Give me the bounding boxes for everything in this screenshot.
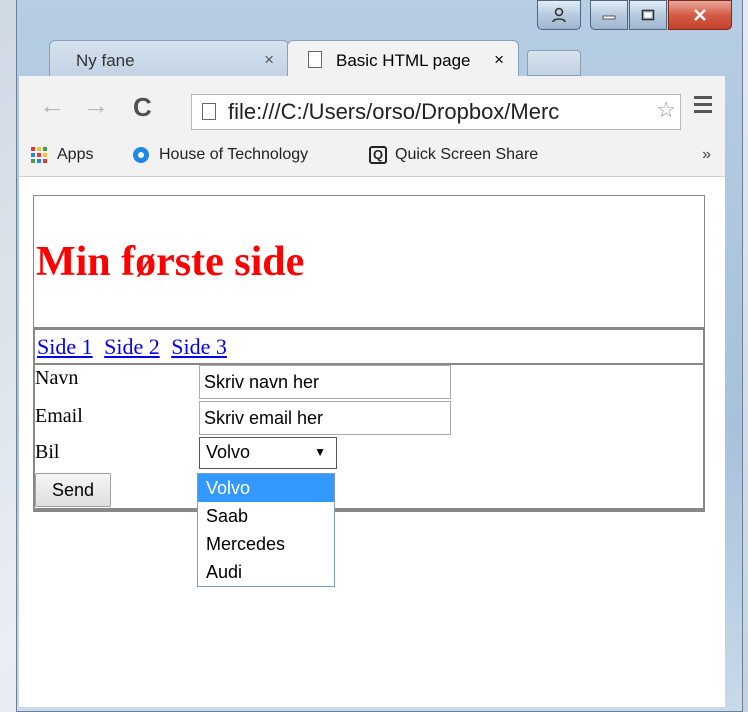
bookmark-label: House of Technology bbox=[159, 146, 309, 163]
address-text: file:///C:/Users/orso/Dropbox/Merc bbox=[228, 99, 560, 124]
reload-icon[interactable]: C bbox=[133, 92, 152, 123]
house-of-technology-icon bbox=[133, 147, 149, 163]
option-mercedes[interactable]: Mercedes bbox=[198, 530, 334, 558]
bookmark-star-icon[interactable]: ☆ bbox=[656, 97, 676, 123]
name-label: Navn bbox=[35, 367, 79, 389]
dropdown-arrow-icon: ▼ bbox=[314, 445, 326, 459]
nav-link-side-3[interactable]: Side 3 bbox=[171, 334, 227, 359]
option-volvo[interactable]: Volvo bbox=[198, 474, 334, 502]
bookmark-house-of-technology[interactable]: House of Technology bbox=[133, 146, 308, 164]
page-nav: Side 1 Side 2 Side 3 bbox=[33, 328, 705, 364]
user-profile-button[interactable] bbox=[537, 0, 581, 30]
user-icon bbox=[552, 7, 566, 23]
address-bar[interactable]: file:///C:/Users/orso/Dropbox/Merc ☆ bbox=[191, 94, 681, 130]
tab-label: Basic HTML page bbox=[336, 51, 471, 70]
menu-icon[interactable] bbox=[694, 96, 712, 117]
maximize-button[interactable] bbox=[629, 0, 667, 30]
bookmark-quick-screen-share[interactable]: Q Quick Screen Share bbox=[369, 146, 538, 164]
tab-close-icon[interactable]: × bbox=[264, 50, 274, 70]
apps-grid-icon bbox=[31, 147, 47, 163]
nav-link-side-1[interactable]: Side 1 bbox=[37, 334, 93, 359]
email-label: Email bbox=[35, 405, 83, 427]
file-icon bbox=[202, 103, 216, 120]
tab-basic-html-page[interactable]: Basic HTML page × bbox=[287, 40, 519, 76]
minimize-icon bbox=[602, 15, 616, 20]
bookmark-label: Quick Screen Share bbox=[395, 146, 539, 163]
forward-icon[interactable]: → bbox=[83, 90, 109, 121]
bookmarks-bar: Apps House of Technology Q Quick Screen … bbox=[19, 136, 725, 177]
minimize-button[interactable] bbox=[590, 0, 628, 30]
page-title: Min første side bbox=[36, 239, 305, 285]
tab-ny-fane[interactable]: Ny fane × bbox=[49, 40, 289, 76]
option-audi[interactable]: Audi bbox=[198, 558, 334, 586]
bookmark-apps[interactable]: Apps bbox=[31, 146, 93, 164]
page-icon bbox=[308, 51, 322, 68]
contact-form: Navn Skriv navn her Email Skriv email he… bbox=[33, 364, 705, 512]
tab-label: Ny fane bbox=[76, 51, 135, 70]
email-input[interactable]: Skriv email her bbox=[199, 401, 451, 435]
send-button[interactable]: Send bbox=[35, 473, 111, 507]
car-select-value: Volvo bbox=[206, 442, 251, 462]
car-label: Bil bbox=[35, 441, 60, 463]
new-tab-button[interactable] bbox=[527, 50, 581, 76]
car-select[interactable]: Volvo ▼ bbox=[199, 437, 337, 469]
tab-close-icon[interactable]: × bbox=[494, 50, 504, 70]
quick-screen-share-icon: Q bbox=[369, 146, 387, 164]
bookmark-label: Apps bbox=[57, 146, 94, 163]
page-viewport: Min første side Side 1 Side 2 Side 3 Nav… bbox=[19, 177, 725, 707]
browser-toolbar: ← → C file:///C:/Users/orso/Dropbox/Merc… bbox=[19, 76, 725, 136]
nav-link-side-2[interactable]: Side 2 bbox=[104, 334, 160, 359]
car-options-list: Volvo Saab Mercedes Audi bbox=[197, 473, 335, 587]
bookmarks-overflow-icon[interactable]: » bbox=[702, 146, 711, 164]
restore-icon bbox=[641, 9, 655, 21]
page-header: Min første side bbox=[33, 195, 705, 328]
close-window-button[interactable] bbox=[668, 0, 732, 30]
window-caption-buttons bbox=[536, 0, 732, 38]
close-icon bbox=[694, 9, 706, 21]
tab-strip: Ny fane × Basic HTML page × bbox=[37, 40, 727, 76]
name-input[interactable]: Skriv navn her bbox=[199, 365, 451, 399]
option-saab[interactable]: Saab bbox=[198, 502, 334, 530]
back-icon[interactable]: ← bbox=[39, 90, 65, 121]
